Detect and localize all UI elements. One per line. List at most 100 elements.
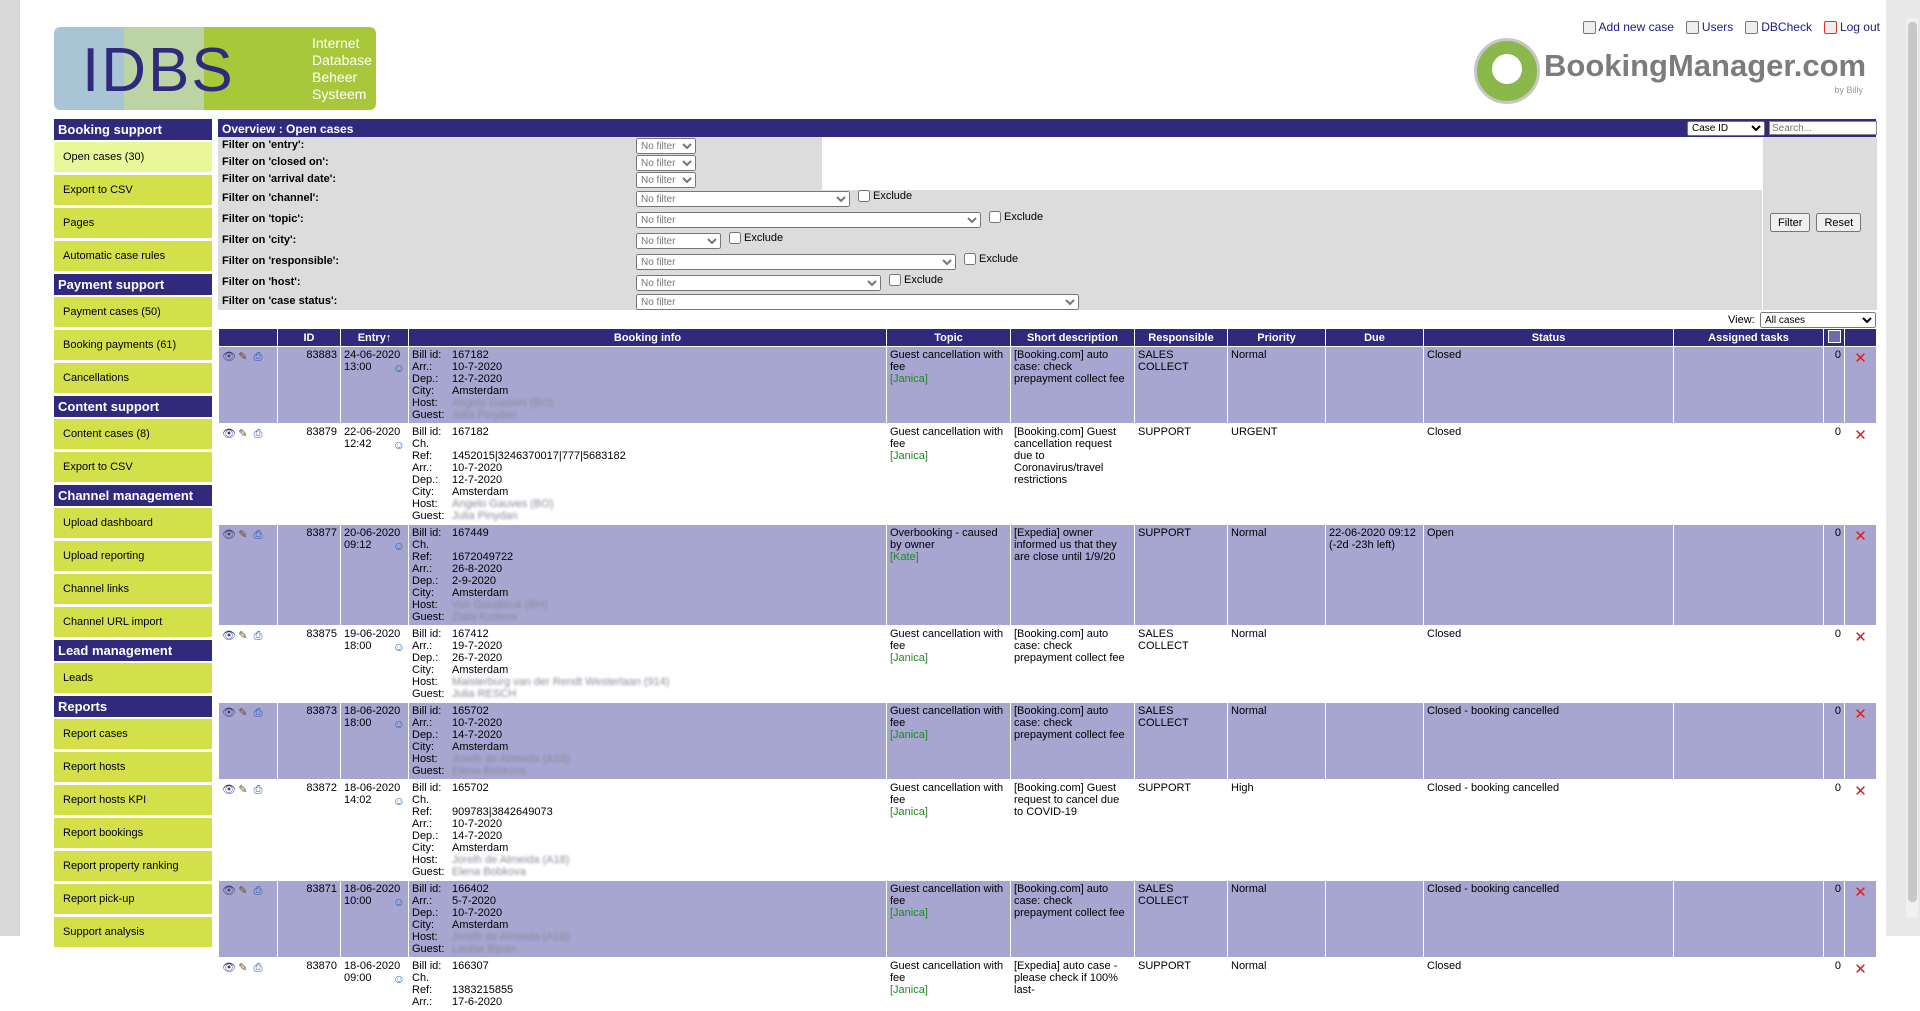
sidebar-item-report-property-ranking[interactable]: Report property ranking	[54, 851, 212, 881]
table-row[interactable]: 👁 ✎ ⎙ 83883 24-06-2020 13:00 ☺ Bill id: 167182 Ar…	[218, 346, 1877, 424]
user-avatar-icon[interactable]: ☺	[393, 361, 405, 375]
view-eye-icon[interactable]: 👁	[222, 428, 236, 440]
user-avatar-icon[interactable]: ☺	[393, 539, 405, 553]
edit-pencil-icon[interactable]: ✎	[237, 885, 249, 897]
view-eye-icon[interactable]: 👁	[222, 630, 236, 642]
document-icon[interactable]: ⎙	[252, 962, 264, 974]
edit-pencil-icon[interactable]: ✎	[237, 529, 249, 541]
sidebar-item-report-cases[interactable]: Report cases	[54, 719, 212, 749]
user-avatar-icon[interactable]: ☺	[393, 438, 405, 452]
document-icon[interactable]: ⎙	[252, 630, 264, 642]
edit-pencil-icon[interactable]: ✎	[237, 428, 249, 440]
delete-x-icon[interactable]: ✕	[1854, 783, 1867, 800]
delete-x-icon[interactable]: ✕	[1854, 629, 1867, 646]
sidebar-item-report-hosts-kpi[interactable]: Report hosts KPI	[54, 785, 212, 815]
document-icon[interactable]: ⎙	[252, 885, 264, 897]
sidebar-item-export-to-csv[interactable]: Export to CSV	[54, 452, 212, 482]
reset-button[interactable]: Reset	[1816, 213, 1862, 232]
sidebar-item-export-to-csv[interactable]: Export to CSV	[54, 175, 212, 205]
sidebar-item-pages[interactable]: Pages	[54, 208, 212, 238]
delete-x-icon[interactable]: ✕	[1854, 961, 1867, 978]
search-input[interactable]	[1769, 121, 1877, 135]
add-new-case-link[interactable]: Add new case	[1582, 20, 1674, 34]
exclude-toggle[interactable]: Exclude	[729, 232, 783, 244]
sidebar-item-channel-links[interactable]: Channel links	[54, 574, 212, 604]
document-icon[interactable]: ⎙	[252, 707, 264, 719]
delete-x-icon[interactable]: ✕	[1854, 427, 1867, 444]
column-header-entry[interactable]: Entry↑	[340, 328, 409, 347]
exclude-checkbox[interactable]	[729, 232, 741, 244]
exclude-checkbox[interactable]	[858, 190, 870, 202]
filter-button[interactable]: Filter	[1770, 213, 1811, 232]
sort-ascending-icon[interactable]: ↑	[386, 332, 392, 344]
logout-link[interactable]: Log out	[1823, 20, 1880, 34]
table-row[interactable]: 👁 ✎ ⎙ 83875 19-06-2020 18:00 ☺ Bill id: 167412 Ar…	[218, 625, 1877, 703]
sidebar-item-channel-url-import[interactable]: Channel URL import	[54, 607, 212, 637]
user-avatar-icon[interactable]: ☺	[393, 972, 405, 986]
table-row[interactable]: 👁 ✎ ⎙ 83871 18-06-2020 10:00 ☺ Bill id: 166402 Ar…	[218, 880, 1877, 958]
sidebar-item-content-cases-8[interactable]: Content cases (8)	[54, 419, 212, 449]
exclude-checkbox[interactable]	[989, 211, 1001, 223]
document-icon[interactable]: ⎙	[252, 428, 264, 440]
delete-x-icon[interactable]: ✕	[1854, 350, 1867, 367]
sidebar-item-report-bookings[interactable]: Report bookings	[54, 818, 212, 848]
dbcheck-link[interactable]: DBCheck	[1745, 20, 1812, 34]
delete-x-icon[interactable]: ✕	[1854, 706, 1867, 723]
exclude-checkbox[interactable]	[889, 274, 901, 286]
exclude-checkbox[interactable]	[964, 253, 976, 265]
delete-x-icon[interactable]: ✕	[1854, 528, 1867, 545]
view-select[interactable]: All cases	[1760, 312, 1876, 328]
filter-select[interactable]: No filter	[636, 233, 721, 249]
sidebar-item-booking-payments-61[interactable]: Booking payments (61)	[54, 330, 212, 360]
exclude-toggle[interactable]: Exclude	[858, 190, 912, 202]
sidebar-item-cancellations[interactable]: Cancellations	[54, 363, 212, 393]
users-link[interactable]: Users	[1685, 20, 1733, 34]
view-eye-icon[interactable]: 👁	[222, 529, 236, 541]
filter-select[interactable]: No filter	[636, 155, 696, 171]
sidebar-item-open-cases-30[interactable]: Open cases (30)	[54, 142, 212, 172]
table-row[interactable]: 👁 ✎ ⎙ 83873 18-06-2020 18:00 ☺ Bill id: 165702 Ar…	[218, 702, 1877, 780]
filter-select[interactable]: No filter	[636, 138, 696, 154]
table-row[interactable]: 👁 ✎ ⎙ 83872 18-06-2020 14:02 ☺ Bill id: 165702 Ch…	[218, 779, 1877, 881]
user-avatar-icon[interactable]: ☺	[393, 640, 405, 654]
sidebar-item-payment-cases-50[interactable]: Payment cases (50)	[54, 297, 212, 327]
exclude-toggle[interactable]: Exclude	[989, 211, 1043, 223]
idbs-logo[interactable]: IDBS Internet Database Beheer Systeem	[54, 27, 376, 110]
view-eye-icon[interactable]: 👁	[222, 351, 236, 363]
user-avatar-icon[interactable]: ☺	[393, 895, 405, 909]
view-eye-icon[interactable]: 👁	[222, 885, 236, 897]
exclude-toggle[interactable]: Exclude	[889, 274, 943, 286]
filter-select[interactable]: No filter	[636, 254, 956, 270]
sidebar-item-support-analysis[interactable]: Support analysis	[54, 917, 212, 947]
edit-pencil-icon[interactable]: ✎	[237, 784, 249, 796]
sidebar-item-leads[interactable]: Leads	[54, 663, 212, 693]
sidebar-item-report-hosts[interactable]: Report hosts	[54, 752, 212, 782]
view-eye-icon[interactable]: 👁	[222, 784, 236, 796]
user-avatar-icon[interactable]: ☺	[393, 717, 405, 731]
edit-pencil-icon[interactable]: ✎	[237, 630, 249, 642]
filter-select[interactable]: No filter	[636, 212, 981, 228]
exclude-toggle[interactable]: Exclude	[964, 253, 1018, 265]
column-header-id[interactable]: ID	[277, 328, 341, 347]
document-icon[interactable]: ⎙	[252, 529, 264, 541]
view-eye-icon[interactable]: 👁	[222, 707, 236, 719]
table-row[interactable]: 👁 ✎ ⎙ 83877 20-06-2020 09:12 ☺ Bill id: 167449 Ch…	[218, 524, 1877, 626]
filter-select[interactable]: No filter	[636, 172, 696, 188]
view-eye-icon[interactable]: 👁	[222, 962, 236, 974]
edit-pencil-icon[interactable]: ✎	[237, 707, 249, 719]
document-icon[interactable]: ⎙	[252, 784, 264, 796]
edit-pencil-icon[interactable]: ✎	[237, 962, 249, 974]
scrollbar-thumb[interactable]	[1908, 22, 1917, 902]
sidebar-item-upload-dashboard[interactable]: Upload dashboard	[54, 508, 212, 538]
edit-pencil-icon[interactable]: ✎	[237, 351, 249, 363]
delete-x-icon[interactable]: ✕	[1854, 884, 1867, 901]
user-avatar-icon[interactable]: ☺	[393, 794, 405, 808]
filter-select[interactable]: No filter	[636, 191, 850, 207]
document-icon[interactable]: ⎙	[252, 351, 264, 363]
filter-select[interactable]: No filter	[636, 275, 881, 291]
table-row[interactable]: 👁 ✎ ⎙ 83870 18-06-2020 09:00 ☺ Bill id: 166307 Ch…	[218, 957, 1877, 1011]
filter-select[interactable]: No filter	[636, 294, 1079, 310]
table-row[interactable]: 👁 ✎ ⎙ 83879 22-06-2020 12:42 ☺ Bill id: 167182 Ch…	[218, 423, 1877, 525]
sidebar-item-report-pick-up[interactable]: Report pick-up	[54, 884, 212, 914]
search-type-select[interactable]: Case ID	[1687, 121, 1765, 136]
